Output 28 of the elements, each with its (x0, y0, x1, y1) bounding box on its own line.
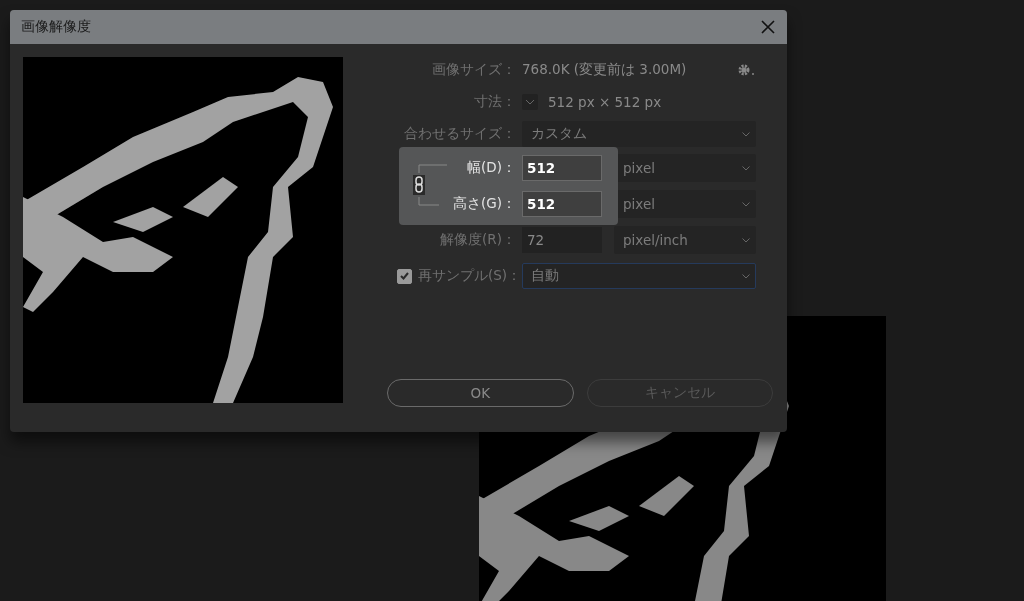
checkmark-icon (400, 272, 409, 280)
input-field[interactable]: 72 (522, 227, 602, 253)
dimensions-value: 512 px × 512 px (548, 94, 662, 110)
chevron-down-icon (742, 131, 750, 137)
chevron-down-icon (742, 201, 750, 207)
chevron-down-icon (742, 273, 750, 279)
field-label: 高さ(G)： (453, 195, 516, 213)
image-size-value: 768.0K (変更前は 3.00M) (522, 61, 687, 79)
chevron-down-icon[interactable] (522, 94, 538, 110)
window-title: 画像解像度 (21, 18, 91, 36)
field-label: 幅(D)： (467, 159, 516, 177)
field-label: 再サンプル(S)： (418, 267, 522, 285)
field-label: 解像度(R)： (440, 231, 516, 249)
gear-icon[interactable] (738, 63, 756, 77)
chevron-down-icon (742, 165, 750, 171)
chain-link-icon[interactable] (413, 175, 425, 195)
field-label: 画像サイズ： (432, 61, 516, 79)
fit-to-dropdown[interactable]: カスタム (522, 121, 756, 147)
close-button[interactable] (759, 18, 777, 36)
resample-dropdown[interactable]: 自動 (522, 263, 756, 289)
link-bracket-icon (418, 164, 448, 206)
input-field[interactable]: 512 (522, 155, 602, 181)
field-label: 寸法： (474, 93, 516, 111)
chevron-down-icon (742, 237, 750, 243)
checkbox[interactable] (397, 268, 412, 284)
field-label: 合わせるサイズ： (404, 125, 516, 143)
unit-dropdown[interactable]: pixel/inch (614, 226, 756, 254)
input-field[interactable]: 512 (522, 191, 602, 217)
